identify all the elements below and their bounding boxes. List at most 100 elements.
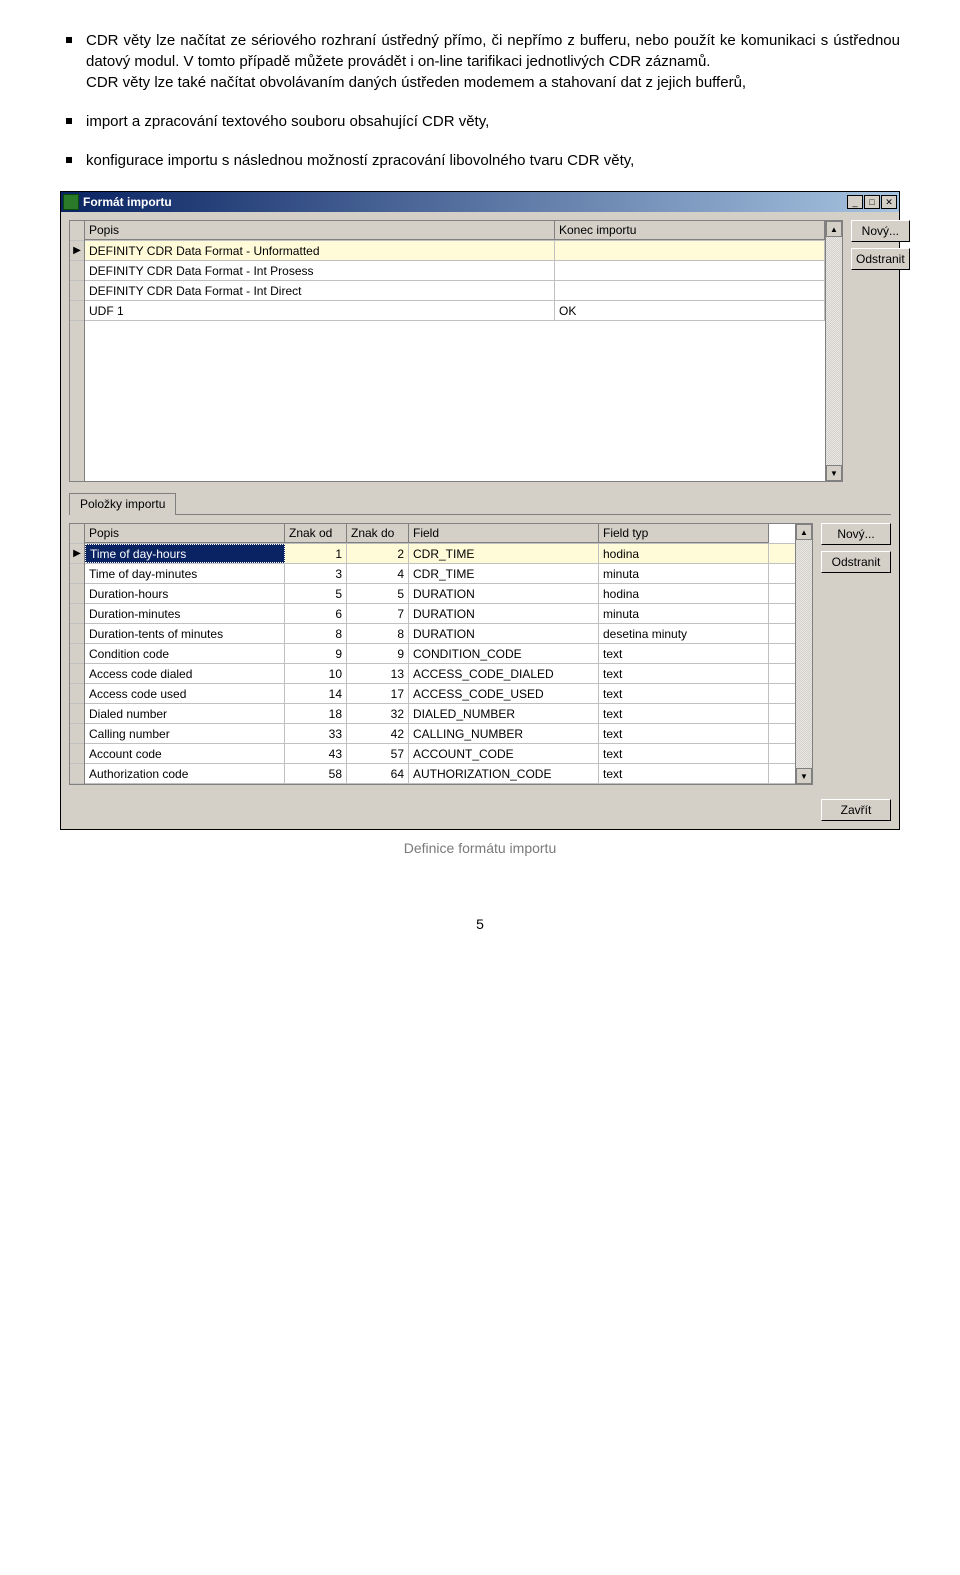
col-header-popis[interactable]: Popis: [85, 524, 285, 543]
table-row[interactable]: DEFINITY CDR Data Format - Int Direct: [85, 281, 825, 301]
table-row[interactable]: Time of day-minutes34CDR_TIMEminuta: [85, 564, 795, 584]
cell-field-typ: text: [599, 764, 769, 783]
table-row[interactable]: Duration-tents of minutes88DURATIONdeset…: [85, 624, 795, 644]
cell-field: CONDITION_CODE: [409, 644, 599, 663]
cell-field: ACCESS_CODE_USED: [409, 684, 599, 703]
cell-field: AUTHORIZATION_CODE: [409, 764, 599, 783]
titlebar[interactable]: Formát importu _ □ ✕: [61, 192, 899, 212]
cell-popis: Authorization code: [85, 764, 285, 783]
table-row[interactable]: Authorization code5864AUTHORIZATION_CODE…: [85, 764, 795, 784]
text: konfigurace importu s následnou možností…: [86, 152, 634, 169]
cell-popis: Time of day-minutes: [85, 564, 285, 583]
table-row[interactable]: Access code dialed1013ACCESS_CODE_DIALED…: [85, 664, 795, 684]
cell-znak-do: 13: [347, 664, 409, 683]
vertical-scrollbar[interactable]: ▲ ▼: [825, 221, 842, 481]
cell-popis: Calling number: [85, 724, 285, 743]
doc-bullet-list: CDR věty lze načítat ze sériového rozhra…: [60, 30, 900, 171]
cell-popis: Time of day-hours: [85, 544, 285, 563]
cell-popis: DEFINITY CDR Data Format - Int Prosess: [85, 261, 555, 280]
cell-znak-do: 2: [347, 544, 409, 563]
cell-popis: Duration-hours: [85, 584, 285, 603]
cell-popis: Duration-minutes: [85, 604, 285, 623]
formats-grid[interactable]: ▶ Popis Konec importu DEFINITY CDR Data …: [69, 220, 843, 482]
table-row[interactable]: Access code used1417ACCESS_CODE_USEDtext: [85, 684, 795, 704]
fields-grid[interactable]: ▶ Popis Znak od Znak do Field Field typ …: [69, 523, 813, 785]
col-header-znak-do[interactable]: Znak do: [347, 524, 409, 543]
table-row[interactable]: Time of day-hours12CDR_TIMEhodina: [85, 544, 795, 564]
cell-znak-do: 8: [347, 624, 409, 643]
cell-znak-od: 43: [285, 744, 347, 763]
cell-znak-od: 8: [285, 624, 347, 643]
cell-field: ACCESS_CODE_DIALED: [409, 664, 599, 683]
figure-caption: Definice formátu importu: [60, 840, 900, 856]
cell-znak-od: 58: [285, 764, 347, 783]
cell-field: DURATION: [409, 624, 599, 643]
cell-popis: UDF 1: [85, 301, 555, 320]
cell-popis: Access code dialed: [85, 664, 285, 683]
col-header-konec[interactable]: Konec importu: [555, 221, 825, 240]
cell-znak-do: 32: [347, 704, 409, 723]
cell-popis: DEFINITY CDR Data Format - Unformatted: [85, 241, 555, 260]
maximize-icon[interactable]: □: [864, 195, 880, 209]
col-header-popis[interactable]: Popis: [85, 221, 555, 240]
cell-field: CDR_TIME: [409, 544, 599, 563]
scroll-up-icon[interactable]: ▲: [826, 221, 842, 237]
scroll-down-icon[interactable]: ▼: [826, 465, 842, 481]
col-header-znak-od[interactable]: Znak od: [285, 524, 347, 543]
table-row[interactable]: DEFINITY CDR Data Format - Int Prosess: [85, 261, 825, 281]
remove-button[interactable]: Odstranit: [851, 248, 910, 270]
cell-field-typ: hodina: [599, 544, 769, 563]
table-row[interactable]: Duration-minutes67DURATIONminuta: [85, 604, 795, 624]
close-icon[interactable]: ✕: [881, 195, 897, 209]
cell-znak-od: 3: [285, 564, 347, 583]
table-row[interactable]: DEFINITY CDR Data Format - Unformatted: [85, 241, 825, 261]
cell-field-typ: minuta: [599, 604, 769, 623]
table-row[interactable]: Duration-hours55DURATIONhodina: [85, 584, 795, 604]
cell-konec: [555, 241, 825, 260]
table-row[interactable]: Calling number3342CALLING_NUMBERtext: [85, 724, 795, 744]
minimize-icon[interactable]: _: [847, 195, 863, 209]
cell-znak-do: 5: [347, 584, 409, 603]
cell-popis: Condition code: [85, 644, 285, 663]
table-row[interactable]: Dialed number1832DIALED_NUMBERtext: [85, 704, 795, 724]
cell-field-typ: text: [599, 744, 769, 763]
import-format-window: Formát importu _ □ ✕ ▶ Popis: [60, 191, 900, 830]
remove-button[interactable]: Odstranit: [821, 551, 891, 573]
cell-popis: Access code used: [85, 684, 285, 703]
cell-popis: DEFINITY CDR Data Format - Int Direct: [85, 281, 555, 300]
cell-znak-do: 64: [347, 764, 409, 783]
cell-znak-do: 42: [347, 724, 409, 743]
new-button[interactable]: Nový...: [851, 220, 910, 242]
cell-field: CALLING_NUMBER: [409, 724, 599, 743]
cell-znak-od: 6: [285, 604, 347, 623]
text: CDR věty lze také načítat obvolávaním da…: [86, 74, 746, 91]
list-item: CDR věty lze načítat ze sériového rozhra…: [60, 30, 900, 93]
scroll-down-icon[interactable]: ▼: [796, 768, 812, 784]
cell-field: DURATION: [409, 584, 599, 603]
table-row[interactable]: Account code4357ACCOUNT_CODEtext: [85, 744, 795, 764]
cell-znak-od: 33: [285, 724, 347, 743]
close-button[interactable]: Zavřít: [821, 799, 891, 821]
cell-field-typ: text: [599, 684, 769, 703]
cell-field: CDR_TIME: [409, 564, 599, 583]
scroll-up-icon[interactable]: ▲: [796, 524, 812, 540]
cell-znak-od: 5: [285, 584, 347, 603]
cell-znak-od: 14: [285, 684, 347, 703]
table-row[interactable]: UDF 1OK: [85, 301, 825, 321]
text: CDR věty lze načítat ze sériového rozhra…: [86, 32, 900, 70]
new-button[interactable]: Nový...: [821, 523, 891, 545]
cell-popis: Account code: [85, 744, 285, 763]
cell-znak-do: 4: [347, 564, 409, 583]
cell-znak-od: 1: [285, 544, 347, 563]
cell-field-typ: desetina minuty: [599, 624, 769, 643]
cell-konec: OK: [555, 301, 825, 320]
col-header-field-typ[interactable]: Field typ: [599, 524, 769, 543]
vertical-scrollbar[interactable]: ▲ ▼: [795, 524, 812, 784]
cell-field-typ: hodina: [599, 584, 769, 603]
table-row[interactable]: Condition code99CONDITION_CODEtext: [85, 644, 795, 664]
app-icon: [63, 194, 79, 210]
cell-field-typ: text: [599, 704, 769, 723]
cell-field-typ: text: [599, 664, 769, 683]
col-header-field[interactable]: Field: [409, 524, 599, 543]
tab-polozky-importu[interactable]: Položky importu: [69, 493, 176, 515]
